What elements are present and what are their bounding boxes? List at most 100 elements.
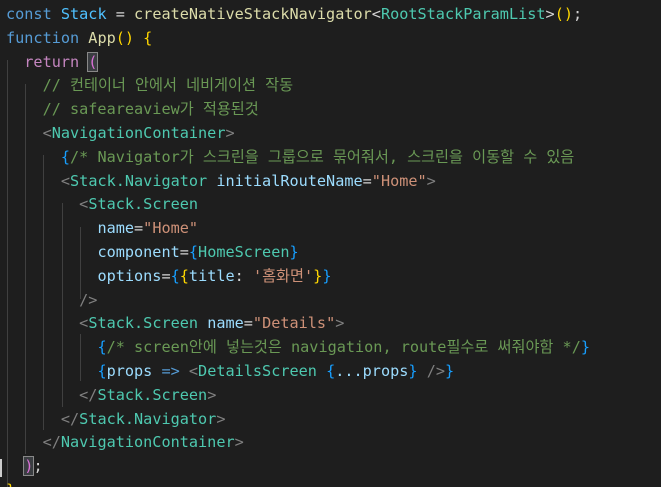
code-token: createNativeStackNavigator <box>134 5 372 23</box>
text-cursor <box>0 459 2 477</box>
code-token: { <box>188 243 199 261</box>
code-line[interactable]: name="Home" <box>6 217 198 241</box>
code-token: </ <box>79 385 98 404</box>
code-token: { <box>170 266 180 285</box>
code-line[interactable]: options={{title: '홈화면'}} <box>6 265 331 289</box>
code-token: props <box>106 362 153 380</box>
code-token: Stack.Navigator <box>70 171 208 190</box>
code-line[interactable]: <NavigationContainer> <box>6 122 235 146</box>
code-token: NavigationContainer <box>60 433 235 452</box>
code-token: { <box>179 266 189 285</box>
code-line[interactable]: return ( <box>6 51 99 75</box>
code-line[interactable]: const Stack = createNativeStackNavigator… <box>6 3 582 27</box>
code-token: /* screen안에 넣는것은 navigation, route필수로 써줘… <box>106 338 581 357</box>
code-token: "Home" <box>371 171 427 190</box>
code-token: { <box>60 147 71 166</box>
code-token: < <box>79 195 89 214</box>
code-token: } <box>313 266 323 285</box>
code-token: ; <box>572 5 583 23</box>
code-token: function <box>6 28 89 47</box>
code-line[interactable]: <Stack.Navigator initialRouteName="Home"… <box>6 170 436 194</box>
code-token: // safeareaview가 적용된것 <box>6 100 259 119</box>
code-line[interactable]: {/* screen안에 넣는것은 navigation, route필수로 써… <box>6 336 590 360</box>
code-token: () <box>115 28 144 47</box>
code-token: < <box>60 171 71 190</box>
code-line[interactable]: // 컨테이너 안에서 네비게이션 작동 <box>6 74 294 98</box>
code-token: = <box>179 243 189 261</box>
code-line[interactable]: } <box>6 479 15 487</box>
code-line[interactable]: ); <box>6 455 43 479</box>
code-token: } <box>289 243 299 261</box>
code-token: = <box>243 314 253 333</box>
code-token: > <box>335 314 345 333</box>
code-token: { <box>143 28 153 47</box>
code-token: Stack.Screen <box>97 385 208 404</box>
code-token: => <box>152 362 189 380</box>
code-token: = <box>106 5 135 23</box>
code-token: NavigationContainer <box>51 124 226 142</box>
code-token: { <box>97 338 107 357</box>
code-token: /* Navigator가 스크린을 그룹으로 묶어줘서, 스크린을 이동할 수… <box>70 147 575 166</box>
code-line[interactable]: /> <box>6 289 97 313</box>
code-token: > <box>545 5 555 23</box>
code-token: { <box>326 362 336 380</box>
code-token: } <box>444 362 455 380</box>
code-line[interactable]: <Stack.Screen name="Details"> <box>6 312 344 336</box>
code-token: /> <box>417 362 445 380</box>
code-line[interactable]: {props => <DetailsScreen {...props} />} <box>6 360 454 384</box>
code-token: > <box>216 409 226 428</box>
code-token: } <box>6 481 15 487</box>
code-token: </ <box>42 433 61 452</box>
code-token: < <box>79 314 89 333</box>
code-line[interactable]: component={HomeScreen} <box>6 241 299 265</box>
code-token: } <box>408 362 418 380</box>
code-token: title <box>188 266 235 285</box>
code-token: > <box>426 171 436 190</box>
code-token: = <box>362 171 372 190</box>
code-token: } <box>580 338 590 357</box>
code-line[interactable]: // safeareaview가 적용된것 <box>6 98 259 122</box>
code-line[interactable]: </NavigationContainer> <box>6 431 244 455</box>
code-token: { <box>97 362 107 380</box>
code-token: initialRouteName <box>207 171 363 190</box>
code-token: < <box>188 362 199 380</box>
code-token: Stack <box>60 5 107 23</box>
code-token: ( <box>87 51 99 72</box>
code-token: "Home" <box>143 219 199 238</box>
code-token: const <box>6 5 61 23</box>
code-token: = <box>134 219 144 238</box>
code-token: : <box>234 266 253 285</box>
code-token: ...props <box>335 362 409 380</box>
code-editor[interactable]: const Stack = createNativeStackNavigator… <box>0 0 661 487</box>
code-token: } <box>322 266 332 285</box>
code-line[interactable]: </Stack.Screen> <box>6 384 216 408</box>
code-token: name <box>97 219 135 238</box>
code-token: < <box>42 124 52 142</box>
code-token: App <box>88 28 116 47</box>
code-token: DetailsScreen <box>198 362 317 380</box>
code-token: component <box>97 243 180 261</box>
code-token: Stack.Screen <box>88 314 199 333</box>
code-line[interactable]: {/* Navigator가 스크린을 그룹으로 묶어줘서, 스크린을 이동할 … <box>6 146 574 170</box>
code-token: () <box>554 5 573 23</box>
code-token: Stack.Navigator <box>79 409 217 428</box>
code-line[interactable]: function App() { <box>6 27 152 51</box>
code-token: // 컨테이너 안에서 네비게이션 작동 <box>6 76 294 95</box>
code-token: < <box>371 5 381 23</box>
code-token: options <box>97 266 162 285</box>
code-line[interactable]: <Stack.Screen <box>6 193 198 217</box>
code-line[interactable]: </Stack.Navigator> <box>6 408 226 432</box>
code-token: '홈화면' <box>252 266 314 285</box>
